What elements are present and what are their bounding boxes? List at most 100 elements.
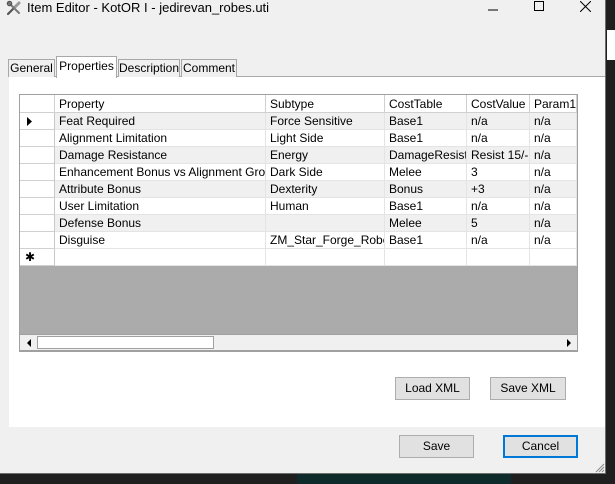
row-header[interactable] [20, 147, 55, 164]
table-row[interactable]: Feat Required Force Sensitive Base1 n/a … [20, 113, 577, 130]
table-row[interactable]: User Limitation Human Base1 n/a n/a [20, 198, 577, 215]
row-header[interactable] [20, 164, 55, 181]
cell-costtable[interactable]: Bonus [385, 181, 467, 198]
cell-costtable[interactable]: Melee [385, 215, 467, 232]
row-header[interactable] [20, 232, 55, 249]
row-header[interactable]: ✱ [20, 249, 55, 266]
tab-general[interactable]: General [8, 59, 55, 77]
arrow-left-icon [26, 338, 31, 347]
cancel-button[interactable]: Cancel [503, 435, 578, 458]
column-header-subtype[interactable]: Subtype [266, 95, 385, 113]
cell-property[interactable]: Enhancement Bonus vs Alignment Grou [55, 164, 266, 181]
grid-header: Property Subtype CostTable CostValue Par… [20, 95, 577, 113]
resize-grip-icon[interactable] [594, 462, 605, 473]
scroll-left-button[interactable] [20, 335, 37, 350]
column-header-costvalue[interactable]: CostValue [467, 95, 530, 113]
table-row[interactable]: Enhancement Bonus vs Alignment Grou Dark… [20, 164, 577, 181]
cell-subtype[interactable]: Energy [266, 147, 385, 164]
cell-subtype[interactable] [266, 215, 385, 232]
properties-grid[interactable]: Property Subtype CostTable CostValue Par… [19, 94, 578, 352]
cell-costtable[interactable]: Base1 [385, 130, 467, 147]
row-header-corner [20, 95, 55, 113]
cell-costtable[interactable]: Melee [385, 164, 467, 181]
cell-param1[interactable]: n/a [530, 130, 577, 147]
new-row-icon: ✱ [25, 250, 36, 264]
background-strip [607, 30, 615, 60]
cell-property[interactable]: Damage Resistance [55, 147, 266, 164]
new-row[interactable]: ✱ [20, 249, 577, 266]
tab-comment[interactable]: Comment [181, 59, 237, 77]
cell-costvalue[interactable] [467, 249, 530, 266]
column-header-costtable[interactable]: CostTable [385, 95, 467, 113]
scroll-thumb[interactable] [37, 336, 214, 349]
cell-costtable[interactable]: Base1 [385, 232, 467, 249]
cell-param1[interactable]: n/a [530, 215, 577, 232]
cell-param1[interactable]: n/a [530, 147, 577, 164]
cell-costtable[interactable]: Base1 [385, 198, 467, 215]
row-header[interactable] [20, 130, 55, 147]
cell-property[interactable]: Disguise [55, 232, 266, 249]
close-button[interactable] [562, 0, 605, 18]
taskbar-fragment [297, 474, 511, 484]
title-bar[interactable]: Item Editor - KotOR I - jedirevan_robes.… [0, 0, 605, 18]
table-row[interactable]: Disguise ZM_Star_Forge_Robe Base1 n/a n/… [20, 232, 577, 249]
cell-costtable[interactable]: Base1 [385, 113, 467, 130]
tab-description[interactable]: Description [118, 59, 180, 77]
current-row-icon [27, 117, 32, 126]
cell-param1[interactable]: n/a [530, 164, 577, 181]
maximize-icon [534, 1, 544, 11]
row-header[interactable] [20, 113, 55, 130]
cell-costvalue[interactable]: 5 [467, 215, 530, 232]
window-title: Item Editor - KotOR I - jedirevan_robes.… [27, 0, 270, 15]
cell-costvalue[interactable]: Resist 15/- [467, 147, 530, 164]
load-xml-button[interactable]: Load XML [395, 377, 470, 400]
cell-costtable[interactable]: DamageResist [385, 147, 467, 164]
horizontal-scrollbar[interactable] [19, 334, 578, 351]
scroll-right-button[interactable] [560, 335, 577, 350]
cell-property[interactable]: Feat Required [55, 113, 266, 130]
arrow-right-icon [566, 338, 571, 347]
cell-costvalue[interactable]: +3 [467, 181, 530, 198]
minimize-icon [488, 9, 498, 11]
row-header[interactable] [20, 215, 55, 232]
cell-subtype[interactable]: Light Side [266, 130, 385, 147]
cell-costvalue[interactable]: 3 [467, 164, 530, 181]
column-header-property[interactable]: Property [55, 95, 266, 113]
cell-property[interactable] [55, 249, 266, 266]
tab-properties[interactable]: Properties [56, 56, 117, 78]
cell-param1[interactable]: n/a [530, 232, 577, 249]
cell-param1[interactable]: n/a [530, 198, 577, 215]
cell-costvalue[interactable]: n/a [467, 232, 530, 249]
cell-param1[interactable]: n/a [530, 113, 577, 130]
cell-costvalue[interactable]: n/a [467, 130, 530, 147]
cell-property[interactable]: Defense Bonus [55, 215, 266, 232]
cell-property[interactable]: User Limitation [55, 198, 266, 215]
cell-costvalue[interactable]: n/a [467, 198, 530, 215]
row-header[interactable] [20, 181, 55, 198]
cell-subtype[interactable]: Human [266, 198, 385, 215]
cell-property[interactable]: Alignment Limitation [55, 130, 266, 147]
cell-subtype[interactable]: ZM_Star_Forge_Robe [266, 232, 385, 249]
column-header-param1[interactable]: Param1 [530, 95, 577, 113]
row-header[interactable] [20, 198, 55, 215]
minimize-button[interactable] [470, 0, 516, 18]
cell-subtype[interactable]: Dexterity [266, 181, 385, 198]
save-xml-button[interactable]: Save XML [490, 377, 566, 400]
cell-subtype[interactable]: Dark Side [266, 164, 385, 181]
cell-subtype[interactable]: Force Sensitive [266, 113, 385, 130]
cell-param1[interactable] [530, 249, 577, 266]
cell-costvalue[interactable]: n/a [467, 113, 530, 130]
table-row[interactable]: Alignment Limitation Light Side Base1 n/… [20, 130, 577, 147]
table-row[interactable]: Damage Resistance Energy DamageResist Re… [20, 147, 577, 164]
tools-icon [6, 0, 22, 16]
cell-costtable[interactable] [385, 249, 467, 266]
close-icon [579, 0, 591, 12]
table-row[interactable]: Defense Bonus Melee 5 n/a [20, 215, 577, 232]
maximize-button[interactable] [516, 0, 562, 18]
cell-param1[interactable]: n/a [530, 181, 577, 198]
item-editor-window: Item Editor - KotOR I - jedirevan_robes.… [0, 0, 606, 474]
table-row[interactable]: Attribute Bonus Dexterity Bonus +3 n/a [20, 181, 577, 198]
cell-property[interactable]: Attribute Bonus [55, 181, 266, 198]
cell-subtype[interactable] [266, 249, 385, 266]
save-button[interactable]: Save [399, 435, 474, 458]
